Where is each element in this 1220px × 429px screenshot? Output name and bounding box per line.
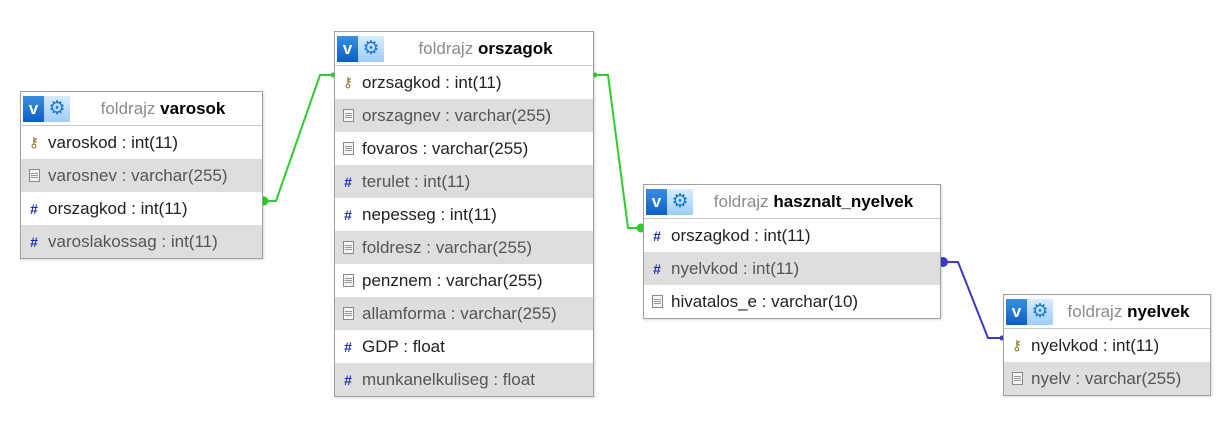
text-field-icon (340, 307, 356, 320)
column-label: fovaros : varchar(255) (362, 138, 529, 158)
number-field-icon: # (344, 173, 352, 190)
table-title: foldrajz varosok (70, 99, 262, 119)
column-row[interactable]: allamforma : varchar(255) (335, 297, 593, 330)
column-row[interactable]: # orszagkod : int(11) (21, 192, 262, 225)
table-header[interactable]: v ⚙ foldrajz hasznalt_nyelvek (644, 185, 940, 219)
column-row[interactable]: # terulet : int(11) (335, 165, 593, 198)
number-field-icon: # (30, 200, 38, 217)
number-field-icon: # (653, 260, 661, 277)
table-title: foldrajz hasznalt_nyelvek (693, 192, 940, 212)
table-title: foldrajz nyelvek (1053, 302, 1210, 322)
column-row[interactable]: orszagnev : varchar(255) (335, 99, 593, 132)
column-label: allamforma : varchar(255) (362, 303, 557, 323)
column-label: orzsagkod : int(11) (362, 72, 502, 92)
column-label: varosnev : varchar(255) (48, 165, 228, 185)
view-toggle-icon[interactable]: v (646, 188, 667, 215)
text-field-icon (649, 295, 665, 308)
database-name: foldrajz (418, 38, 474, 58)
view-toggle-icon[interactable]: v (23, 95, 44, 122)
column-label: nepesseg : int(11) (362, 204, 497, 224)
text-field-icon (340, 241, 356, 254)
number-field-icon: # (653, 227, 661, 244)
column-row[interactable]: # GDP : float (335, 330, 593, 363)
view-toggle-icon[interactable]: v (337, 35, 358, 62)
column-row[interactable]: ⚷ nyelvkod : int(11) (1004, 329, 1210, 362)
column-label: nyelvkod : int(11) (671, 258, 800, 278)
relation-line (940, 261, 1003, 339)
column-row[interactable]: # varoslakossag : int(11) (21, 225, 262, 258)
column-label: nyelv : varchar(255) (1031, 368, 1182, 388)
text-field-icon (340, 109, 356, 122)
column-row[interactable]: # munkanelkuliseg : float (335, 363, 593, 396)
table-name: varosok (160, 98, 226, 118)
table-header[interactable]: v ⚙ foldrajz orszagok (335, 32, 593, 66)
column-row[interactable]: penznem : varchar(255) (335, 264, 593, 297)
table-nyelvek[interactable]: v ⚙ foldrajz nyelvek ⚷ nyelvkod : int(11) nye… (1003, 294, 1211, 396)
text-field-icon (26, 169, 42, 182)
column-row[interactable]: ⚷ orzsagkod : int(11) (335, 66, 593, 99)
table-header[interactable]: v ⚙ foldrajz nyelvek (1004, 295, 1210, 329)
text-field-icon (1009, 372, 1025, 385)
table-orszagok[interactable]: v ⚙ foldrajz orszagok ⚷ orzsagkod : int(11) o… (334, 31, 594, 397)
number-field-icon: # (344, 206, 352, 223)
table-name: orszagok (477, 38, 553, 58)
table-header[interactable]: v ⚙ foldrajz varosok (21, 92, 262, 126)
gear-icon[interactable]: ⚙ (667, 188, 693, 215)
column-row[interactable]: nyelv : varchar(255) (1004, 362, 1210, 395)
database-name: foldrajz (100, 98, 156, 118)
key-icon: ⚷ (1011, 337, 1023, 353)
gear-icon[interactable]: ⚙ (358, 35, 384, 62)
column-label: orszagnev : varchar(255) (362, 105, 551, 125)
table-name: hasznalt_nyelvek (773, 191, 914, 211)
column-row[interactable]: ⚷ varoskod : int(11) (21, 126, 262, 159)
column-label: foldresz : varchar(255) (362, 237, 533, 257)
column-label: munkanelkuliseg : float (362, 369, 535, 389)
text-field-icon (340, 142, 356, 155)
number-field-icon: # (344, 338, 352, 355)
table-hasznalt-nyelvek[interactable]: v ⚙ foldrajz hasznalt_nyelvek # orszagkod : … (643, 184, 941, 319)
table-varosok[interactable]: v ⚙ foldrajz varosok ⚷ varoskod : int(11) var… (20, 91, 263, 259)
number-field-icon: # (344, 371, 352, 388)
database-name: foldrajz (713, 191, 769, 211)
column-row[interactable]: hivatalos_e : varchar(10) (644, 285, 940, 318)
gear-icon[interactable]: ⚙ (44, 95, 70, 122)
view-toggle-icon[interactable]: v (1006, 298, 1027, 325)
column-row[interactable]: # orszagkod : int(11) (644, 219, 940, 252)
column-label: penznem : varchar(255) (362, 270, 543, 290)
key-icon: ⚷ (342, 74, 354, 90)
column-row[interactable]: # nyelvkod : int(11) (644, 252, 940, 285)
column-row[interactable]: # nepesseg : int(11) (335, 198, 593, 231)
number-field-icon: # (30, 233, 38, 250)
key-icon: ⚷ (28, 134, 40, 150)
column-row[interactable]: fovaros : varchar(255) (335, 132, 593, 165)
text-field-icon (340, 274, 356, 287)
column-label: nyelvkod : int(11) (1031, 335, 1160, 355)
relation-line (593, 74, 643, 229)
column-label: GDP : float (362, 336, 445, 356)
column-label: terulet : int(11) (362, 171, 471, 191)
column-row[interactable]: foldresz : varchar(255) (335, 231, 593, 264)
database-name: foldrajz (1067, 301, 1123, 321)
column-label: orszagkod : int(11) (671, 225, 811, 245)
column-label: hivatalos_e : varchar(10) (671, 291, 859, 311)
column-label: orszagkod : int(11) (48, 198, 188, 218)
column-label: varoskod : int(11) (48, 132, 179, 152)
column-row[interactable]: varosnev : varchar(255) (21, 159, 262, 192)
relation-line (262, 74, 334, 202)
gear-icon[interactable]: ⚙ (1027, 298, 1053, 325)
table-title: foldrajz orszagok (384, 39, 593, 59)
column-label: varoslakossag : int(11) (48, 231, 218, 251)
table-name: nyelvek (1127, 301, 1190, 321)
